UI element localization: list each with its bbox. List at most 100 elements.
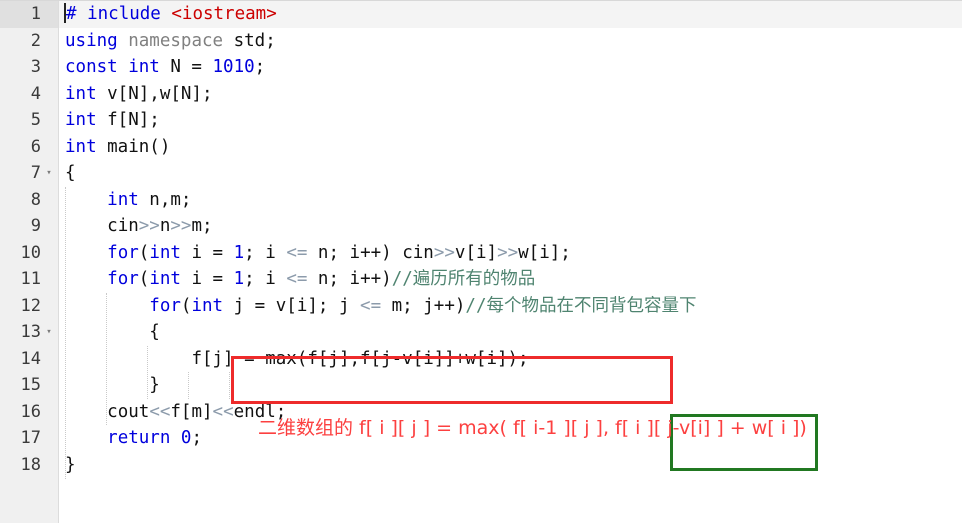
code-line-8[interactable]: int n,m; <box>59 187 962 214</box>
token-int: int <box>149 269 181 289</box>
token-cin: cin <box>107 216 139 236</box>
line-number-label: 4 <box>30 83 41 104</box>
indent-guide-4 <box>188 372 190 399</box>
line-number-12[interactable]: 12 <box>0 293 58 320</box>
token-init: i = <box>180 242 234 263</box>
code-editor[interactable]: 1 2 3 4 5 6 7 ▾ 8 9 10 11 12 13 ▾ 14 15 16… <box>0 0 962 523</box>
token-insert-op: << <box>212 401 234 422</box>
line-number-4[interactable]: 4 <box>0 81 58 108</box>
code-line-4[interactable]: int v[N],w[N]; <box>59 81 962 108</box>
token-const-int: const int <box>65 57 160 77</box>
code-line-13[interactable]: { <box>59 319 962 346</box>
red-annotation-text: 二维数组的 f[ i ][ j ] = max( f[ i-1 ][ j ], f… <box>258 415 807 441</box>
token-le-op: <= <box>286 269 308 289</box>
line-number-label: 18 <box>20 454 41 475</box>
token-int: int <box>149 242 181 263</box>
annotation-formula-part2: + w[ i ]) <box>729 417 807 439</box>
line-number-label: 11 <box>20 269 41 289</box>
token-var-n: n <box>159 216 171 236</box>
line-number-16[interactable]: 16 <box>0 399 58 426</box>
token-paren: ( <box>138 242 150 263</box>
indent-guide-5 <box>229 372 231 399</box>
token-int: int <box>65 83 97 104</box>
fold-arrow-icon[interactable]: ▾ <box>43 160 55 187</box>
code-line-10[interactable]: for(int i = 1; i <= n; i++) cin>>v[i]>>w… <box>59 240 962 267</box>
token-identifier-N: N = <box>159 57 213 77</box>
token-cout: cout <box>107 401 150 422</box>
line-number-8[interactable]: 8 <box>0 187 58 214</box>
token-var-decl-nm: n,m; <box>138 189 192 210</box>
code-line-7[interactable]: { <box>59 160 962 187</box>
token-int: int <box>107 189 139 210</box>
line-number-1[interactable]: 1 <box>0 1 58 28</box>
token-using: using <box>65 30 118 51</box>
code-line-5[interactable]: int f[N]; <box>59 107 962 134</box>
line-number-label: 9 <box>30 216 41 236</box>
line-number-14[interactable]: 14 <box>0 346 58 373</box>
code-line-11[interactable]: for(int i = 1; i <= n; i++)//遍历所有的物品 <box>59 266 962 293</box>
line-number-label: 8 <box>30 189 41 210</box>
token-array-decl: v[N],w[N]; <box>96 83 213 104</box>
token-preprocessor-hash: # <box>66 4 77 24</box>
token-open-brace: { <box>65 322 160 342</box>
token-incr: n; i++) <box>307 269 392 289</box>
line-number-label: 14 <box>20 348 41 369</box>
token-close-brace: } <box>65 375 160 395</box>
line-number-10[interactable]: 10 <box>0 240 58 267</box>
token-int: int <box>191 295 224 316</box>
code-line-1[interactable]: # include <iostream> <box>59 1 962 28</box>
line-number-13[interactable]: 13 ▾ <box>0 319 58 346</box>
token-paren: ( <box>180 295 192 316</box>
token-number-1: 1 <box>233 242 245 263</box>
token-cond: ; i <box>244 242 287 263</box>
line-number-6[interactable]: 6 <box>0 134 58 161</box>
token-std: std; <box>233 30 276 51</box>
code-line-18[interactable]: } <box>59 452 962 479</box>
token-namespace: namespace <box>117 30 234 51</box>
token-array-v: v[i] <box>454 242 498 263</box>
line-number-9[interactable]: 9 <box>0 213 58 240</box>
code-line-15[interactable]: } <box>59 372 962 399</box>
line-number-17[interactable]: 17 <box>0 425 58 452</box>
code-line-9[interactable]: cin>>n>>m; <box>59 213 962 240</box>
line-number-15[interactable]: 15 <box>0 372 58 399</box>
code-line-3[interactable]: const int N = 1010; <box>59 54 962 81</box>
token-extract-op: >> <box>138 216 160 236</box>
line-number-gutter: 1 2 3 4 5 6 7 ▾ 8 9 10 11 12 13 ▾ 14 15 16… <box>0 1 59 523</box>
token-incr: n; i++) <box>307 242 403 263</box>
line-number-label: 1 <box>30 4 41 24</box>
line-number-11[interactable]: 11 <box>0 266 58 293</box>
token-insert-op: << <box>149 401 171 422</box>
fold-arrow-icon[interactable]: ▾ <box>43 319 55 346</box>
code-line-6[interactable]: int main() <box>59 134 962 161</box>
token-number-1: 1 <box>233 269 245 289</box>
line-number-label: 5 <box>30 110 41 130</box>
code-line-14[interactable]: f[j] = max(f[j],f[j-v[i]]+w[i]); <box>59 346 962 373</box>
code-line-2[interactable]: using namespace std; <box>59 28 962 55</box>
line-number-label: 17 <box>20 428 41 448</box>
line-number-7[interactable]: 7 ▾ <box>0 160 58 187</box>
code-line-12[interactable]: for(int j = v[i]; j <= m; j++)//每个物品在不同背… <box>59 293 962 320</box>
token-semicolon: ; <box>254 57 266 77</box>
token-init: i = <box>180 269 234 289</box>
token-le-op: <= <box>286 242 308 263</box>
line-number-18[interactable]: 18 <box>0 452 58 479</box>
line-number-2[interactable]: 2 <box>0 28 58 55</box>
token-for: for <box>149 295 181 316</box>
line-number-3[interactable]: 3 <box>0 54 58 81</box>
comment-capacity-loop: //每个物品在不同背包容量下 <box>465 295 697 316</box>
token-var-m: m; <box>191 216 213 236</box>
indent-guide-1 <box>65 187 67 479</box>
token-semicolon: ; <box>191 428 202 448</box>
token-number-1010: 1010 <box>212 57 255 77</box>
line-number-5[interactable]: 5 <box>0 107 58 134</box>
code-content-area[interactable]: # include <iostream> using namespace std… <box>59 1 962 523</box>
token-incr: m; j++) <box>381 295 466 316</box>
line-number-label: 16 <box>20 401 41 422</box>
line-number-label: 2 <box>30 30 41 51</box>
token-dp-transition: f[j] = max(f[j],f[j-v[i]]+w[i]); <box>191 348 529 369</box>
